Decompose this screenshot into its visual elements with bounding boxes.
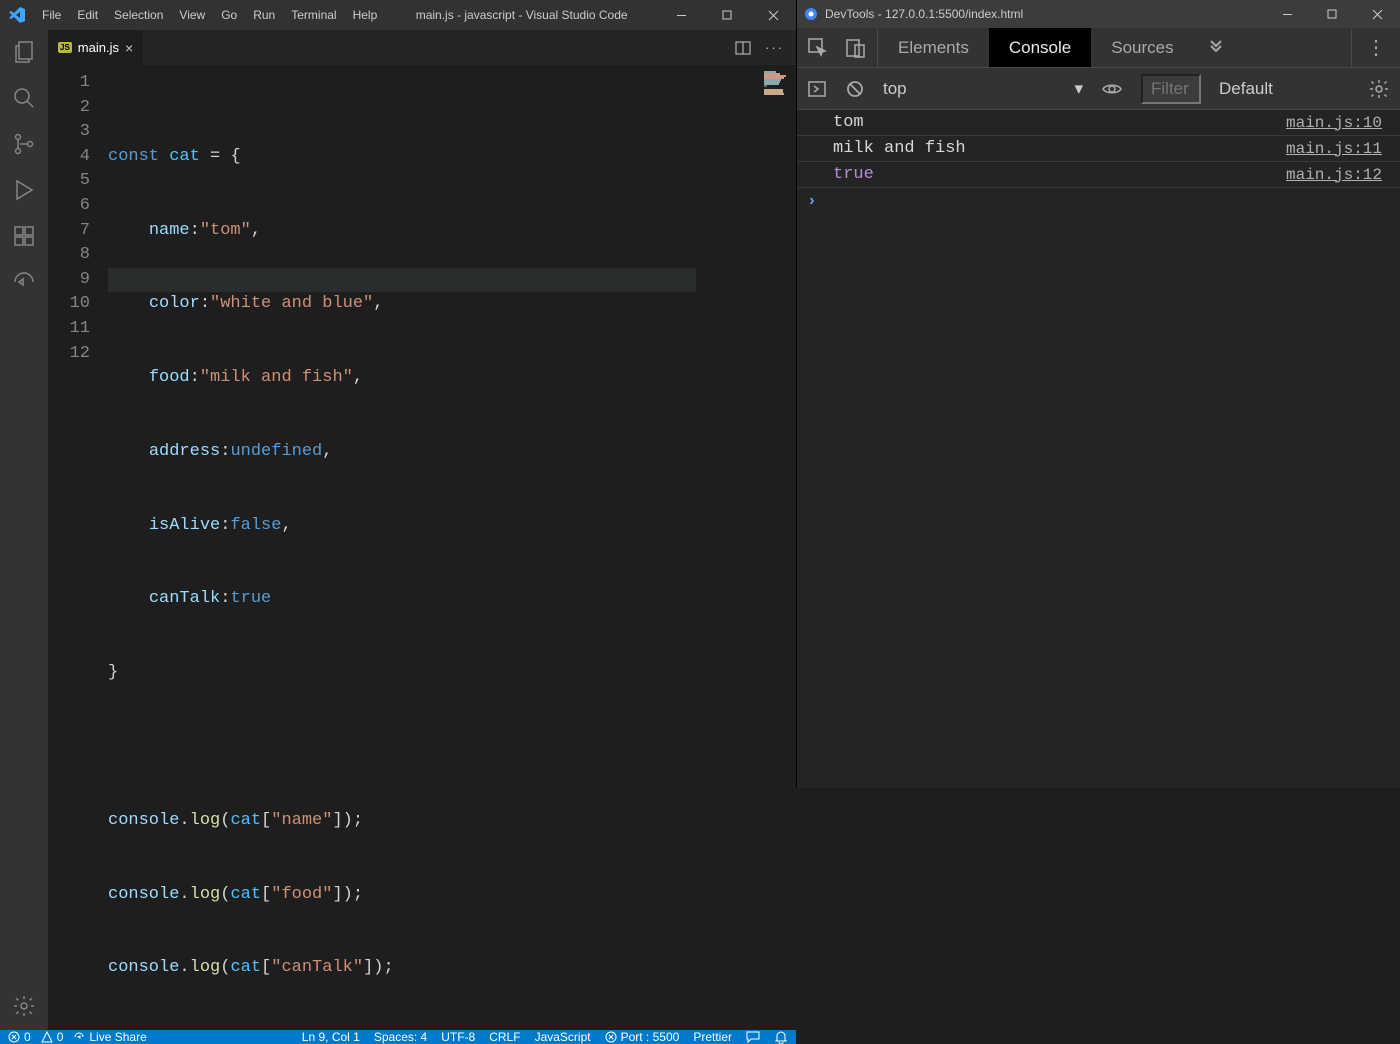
console-source-link[interactable]: main.js:10 [1286, 114, 1382, 132]
status-port[interactable]: Port : 5500 [605, 1030, 680, 1044]
menu-file[interactable]: File [34, 8, 69, 22]
live-share-icon[interactable] [12, 270, 36, 294]
status-prettier[interactable]: Prettier [693, 1030, 732, 1044]
status-spaces[interactable]: Spaces: 4 [374, 1030, 427, 1044]
minimize-button[interactable] [658, 0, 704, 30]
split-editor-icon[interactable] [735, 40, 751, 56]
menu-go[interactable]: Go [213, 8, 245, 22]
minimap[interactable] [756, 65, 796, 1030]
status-language[interactable]: JavaScript [535, 1030, 591, 1044]
console-prompt-icon[interactable]: › [797, 188, 1400, 214]
console-source-link[interactable]: main.js:12 [1286, 166, 1382, 184]
status-cursor[interactable]: Ln 9, Col 1 [302, 1030, 360, 1044]
chevron-down-icon: ▾ [1074, 79, 1083, 99]
status-eol[interactable]: CRLF [489, 1030, 520, 1044]
explorer-icon[interactable] [12, 40, 36, 64]
console-settings-icon[interactable] [1368, 78, 1390, 100]
console-message: milk and fish main.js:11 [797, 136, 1400, 162]
code-editor[interactable]: 123 456 789 101112 const cat = { name:"t… [48, 65, 796, 1030]
dt-minimize-button[interactable] [1265, 0, 1310, 28]
tab-overflow-icon[interactable] [1194, 28, 1238, 67]
console-output[interactable]: tom main.js:10 milk and fish main.js:11 … [797, 110, 1400, 788]
menu-help[interactable]: Help [345, 8, 386, 22]
tab-filename: main.js [78, 40, 119, 55]
execution-context-select[interactable]: top ▾ [883, 79, 1083, 99]
code-content[interactable]: const cat = { name:"tom", color:"white a… [108, 65, 756, 1030]
tab-sources[interactable]: Sources [1091, 28, 1193, 67]
settings-gear-icon[interactable] [12, 994, 36, 1018]
status-bell-icon[interactable] [774, 1030, 788, 1044]
console-filter-input[interactable] [1141, 74, 1201, 104]
tab-main-js[interactable]: JS main.js × [48, 30, 144, 65]
status-liveshare[interactable]: Live Share [73, 1030, 146, 1044]
close-button[interactable] [750, 0, 796, 30]
vscode-menu: File Edit Selection View Go Run Terminal… [34, 8, 385, 22]
devtools-titlebar: DevTools - 127.0.0.1:5500/index.html [797, 0, 1400, 28]
activity-bar [0, 30, 48, 1030]
tab-console[interactable]: Console [989, 28, 1091, 67]
js-file-icon: JS [58, 42, 72, 53]
device-toolbar-icon[interactable] [845, 37, 867, 59]
console-message: tom main.js:10 [797, 110, 1400, 136]
vscode-titlebar: File Edit Selection View Go Run Terminal… [0, 0, 796, 30]
extensions-icon[interactable] [12, 224, 36, 248]
devtools-menu-icon[interactable]: ⋮ [1351, 28, 1400, 67]
status-encoding[interactable]: UTF-8 [441, 1030, 475, 1044]
vscode-body: JS main.js × ··· 123 456 789 101112 [0, 30, 796, 1030]
menu-terminal[interactable]: Terminal [283, 8, 344, 22]
console-sidebar-icon[interactable] [807, 79, 827, 99]
dt-maximize-button[interactable] [1310, 0, 1355, 28]
inspect-element-icon[interactable] [807, 37, 829, 59]
menu-run[interactable]: Run [245, 8, 283, 22]
status-bar: 0 0 Live Share Ln 9, Col 1 Spaces: 4 UTF… [0, 1030, 796, 1044]
line-gutter: 123 456 789 101112 [48, 65, 108, 1030]
menu-edit[interactable]: Edit [69, 8, 106, 22]
console-source-link[interactable]: main.js:11 [1286, 140, 1382, 158]
devtools-title: DevTools - 127.0.0.1:5500/index.html [825, 7, 1023, 21]
dt-close-button[interactable] [1355, 0, 1400, 28]
tab-elements[interactable]: Elements [878, 28, 989, 67]
run-debug-icon[interactable] [12, 178, 36, 202]
status-feedback-icon[interactable] [746, 1030, 760, 1044]
vscode-logo-icon [0, 7, 34, 23]
menu-selection[interactable]: Selection [106, 8, 171, 22]
search-icon[interactable] [12, 86, 36, 110]
source-control-icon[interactable] [12, 132, 36, 156]
live-expression-icon[interactable] [1101, 78, 1123, 100]
clear-console-icon[interactable] [845, 79, 865, 99]
vscode-window-title: main.js - javascript - Visual Studio Cod… [385, 8, 658, 22]
console-message: true main.js:12 [797, 162, 1400, 188]
log-levels-select[interactable]: Default [1219, 79, 1273, 99]
tab-bar: JS main.js × ··· [48, 30, 796, 65]
menu-view[interactable]: View [171, 8, 213, 22]
chrome-icon [797, 7, 825, 21]
maximize-button[interactable] [704, 0, 750, 30]
more-actions-icon[interactable]: ··· [765, 40, 784, 55]
vscode-window: File Edit Selection View Go Run Terminal… [0, 0, 796, 788]
editor-area: JS main.js × ··· 123 456 789 101112 [48, 30, 796, 1030]
window-controls [658, 0, 796, 30]
status-errors[interactable]: 0 [8, 1030, 31, 1044]
console-toolbar: top ▾ Default [797, 68, 1400, 110]
tab-close-icon[interactable]: × [125, 40, 133, 56]
devtools-window: DevTools - 127.0.0.1:5500/index.html Ele… [796, 0, 1400, 788]
status-warnings[interactable]: 0 [41, 1030, 64, 1044]
devtools-tabbar: Elements Console Sources ⋮ [797, 28, 1400, 68]
